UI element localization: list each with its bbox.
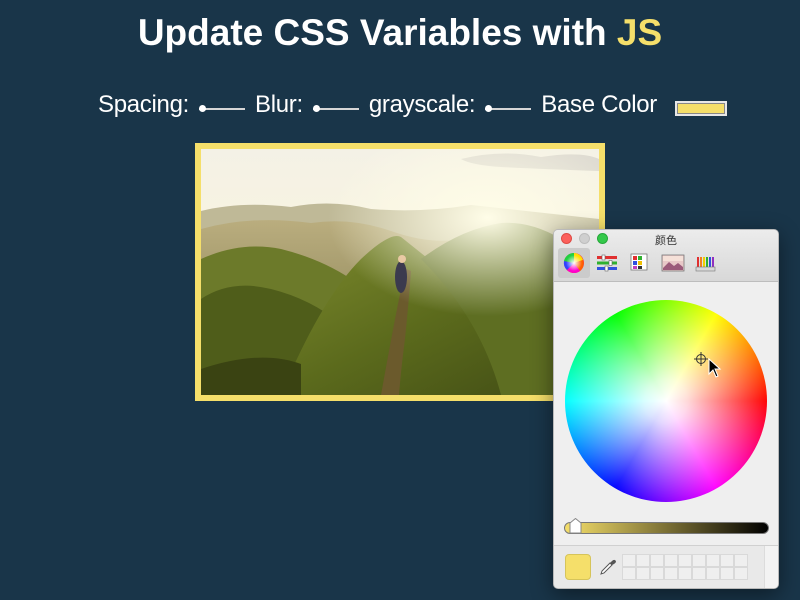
color-wheel[interactable] bbox=[565, 300, 767, 502]
saved-swatch-slot[interactable] bbox=[636, 567, 650, 580]
saved-swatch-slot[interactable] bbox=[734, 554, 748, 567]
pencils-icon bbox=[695, 257, 716, 272]
saved-swatch-slot[interactable] bbox=[720, 554, 734, 567]
saved-swatch-slot[interactable] bbox=[678, 567, 692, 580]
grayscale-label: grayscale: bbox=[368, 91, 476, 118]
eyedropper-icon[interactable] bbox=[599, 558, 617, 576]
grayscale-slider[interactable] bbox=[485, 101, 532, 115]
color-swatches-bar bbox=[554, 545, 778, 588]
crosshair-icon bbox=[694, 352, 708, 366]
color-panel-toolbar: 颜色 bbox=[554, 230, 778, 282]
page-title: Update CSS Variables with JS bbox=[0, 12, 800, 54]
saved-swatch-slot[interactable] bbox=[678, 554, 692, 567]
spacing-label: Spacing: bbox=[98, 91, 189, 118]
current-color-well[interactable] bbox=[565, 554, 591, 580]
saved-swatch-slot[interactable] bbox=[622, 567, 636, 580]
grayscale-slider-track bbox=[485, 108, 532, 110]
image-palettes-icon bbox=[661, 254, 685, 272]
brightness-slider-thumb[interactable] bbox=[569, 518, 582, 534]
blur-label: Blur: bbox=[255, 91, 303, 118]
photo-frame bbox=[195, 143, 605, 401]
spacing-slider[interactable] bbox=[199, 101, 245, 115]
image-palettes-mode-tab[interactable] bbox=[657, 248, 689, 278]
saved-swatch-slot[interactable] bbox=[734, 567, 748, 580]
swatches-scroll-area[interactable] bbox=[764, 546, 778, 588]
saved-swatch-slot[interactable] bbox=[720, 567, 734, 580]
hiker-mountain-photo bbox=[201, 149, 599, 395]
base-color-swatch[interactable] bbox=[676, 102, 725, 114]
saved-swatch-slot[interactable] bbox=[650, 554, 664, 567]
color-panel-title: 颜色 bbox=[655, 234, 677, 247]
color-mode-tabs bbox=[558, 248, 723, 278]
color-wheel-icon bbox=[563, 252, 584, 273]
palettes-icon bbox=[630, 253, 648, 271]
controls-bar: Spacing: Blur: grayscale: Base Color bbox=[98, 88, 727, 122]
color-palettes-mode-tab[interactable] bbox=[624, 248, 656, 278]
spacing-slider-thumb[interactable] bbox=[199, 105, 206, 112]
saved-swatch-slot[interactable] bbox=[664, 567, 678, 580]
saved-swatch-slot[interactable] bbox=[692, 554, 706, 567]
color-wheel-mode-tab[interactable] bbox=[558, 248, 590, 278]
brightness-slider[interactable] bbox=[564, 522, 769, 534]
color-sliders-mode-tab[interactable] bbox=[591, 248, 623, 278]
saved-swatch-slot[interactable] bbox=[706, 567, 720, 580]
saved-swatches-grid bbox=[622, 554, 748, 580]
base-color-label: Base Color bbox=[541, 91, 657, 118]
grayscale-slider-thumb[interactable] bbox=[485, 105, 493, 112]
saved-swatch-slot[interactable] bbox=[664, 554, 678, 567]
color-picker-panel: 颜色 bbox=[553, 229, 779, 589]
saved-swatch-slot[interactable] bbox=[622, 554, 636, 567]
base-color-input[interactable] bbox=[674, 100, 727, 116]
blur-slider-thumb[interactable] bbox=[312, 105, 320, 112]
color-wheel-area[interactable] bbox=[565, 300, 767, 502]
saved-swatch-slot[interactable] bbox=[692, 567, 706, 580]
blur-slider[interactable] bbox=[312, 101, 359, 115]
title-highlight: JS bbox=[616, 12, 663, 53]
pencils-mode-tab[interactable] bbox=[690, 248, 722, 278]
mouse-pointer-icon bbox=[708, 358, 722, 378]
saved-swatch-slot[interactable] bbox=[650, 567, 664, 580]
saved-swatch-slot[interactable] bbox=[636, 554, 650, 567]
sliders-icon bbox=[597, 254, 617, 272]
title-main: Update CSS Variables with bbox=[137, 12, 607, 53]
saved-swatch-slot[interactable] bbox=[706, 554, 720, 567]
